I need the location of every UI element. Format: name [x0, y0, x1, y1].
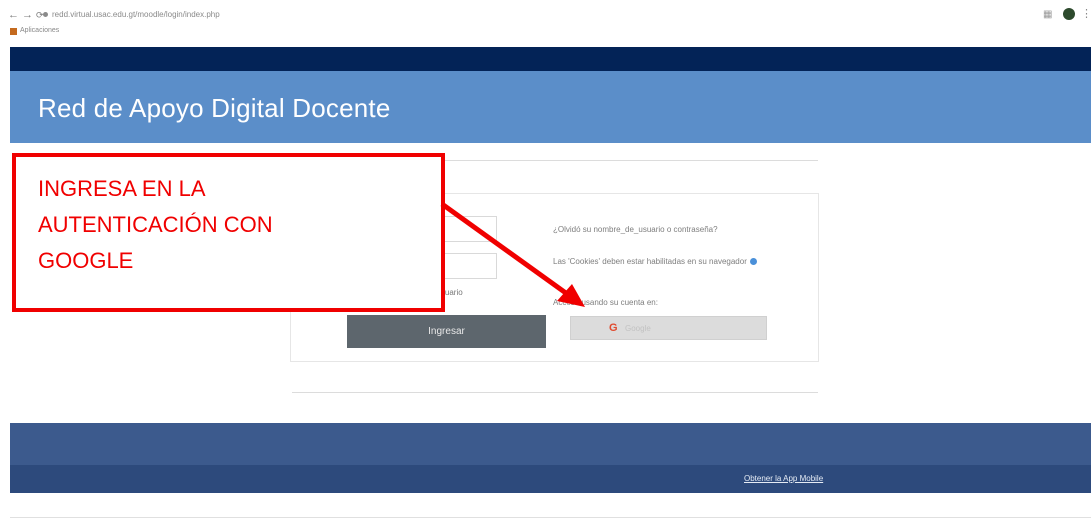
extensions-icon[interactable]: ▦ — [1043, 9, 1052, 20]
bottom-divider — [10, 517, 1091, 518]
browser-toolbar: ← → ⟳ redd.virtual.usac.edu.gt/moodle/lo… — [0, 0, 1091, 46]
address-bar[interactable]: redd.virtual.usac.edu.gt/moodle/login/in… — [52, 9, 220, 21]
annotation-text: INGRESA EN LA AUTENTICACIÓN CON GOOGLE — [38, 171, 273, 279]
back-icon[interactable]: ← — [8, 8, 19, 22]
apps-icon[interactable] — [10, 28, 17, 35]
cookies-notice: Las 'Cookies' deben estar habilitadas en… — [553, 256, 763, 268]
google-button-label: Google — [625, 324, 651, 333]
menu-icon[interactable]: ⋮ — [1081, 7, 1091, 20]
lock-icon — [43, 12, 48, 17]
mobile-app-link[interactable]: Obtener la App Mobile — [744, 474, 823, 483]
bookmark-apps[interactable]: Aplicaciones — [20, 27, 59, 34]
cookies-text: Las 'Cookies' deben estar habilitadas en… — [553, 257, 747, 266]
identity-providers-label: Acceso usando su cuenta en: — [553, 298, 658, 307]
forgot-password-link[interactable]: ¿Olvidó su nombre_de_usuario o contraseñ… — [553, 224, 723, 236]
divider-bottom — [292, 392, 818, 393]
page-header: Red de Apoyo Digital Docente — [10, 71, 1091, 143]
footer — [10, 423, 1091, 465]
annotation-line-2: AUTENTICACIÓN CON — [38, 212, 273, 237]
login-button[interactable]: Ingresar — [347, 315, 546, 348]
google-icon: G — [609, 322, 618, 334]
forward-icon[interactable]: → — [22, 8, 33, 22]
profile-avatar[interactable] — [1063, 8, 1075, 20]
google-login-button[interactable]: G Google — [570, 316, 767, 340]
annotation-line-3: GOOGLE — [38, 248, 134, 273]
annotation-line-1: INGRESA EN LA — [38, 176, 206, 201]
top-navbar — [10, 47, 1091, 71]
footer-bar: Obtener la App Mobile — [10, 465, 1091, 493]
annotation-box: INGRESA EN LA AUTENTICACIÓN CON GOOGLE — [12, 153, 445, 312]
site-title: Red de Apoyo Digital Docente — [38, 93, 391, 123]
help-icon[interactable] — [749, 258, 757, 266]
